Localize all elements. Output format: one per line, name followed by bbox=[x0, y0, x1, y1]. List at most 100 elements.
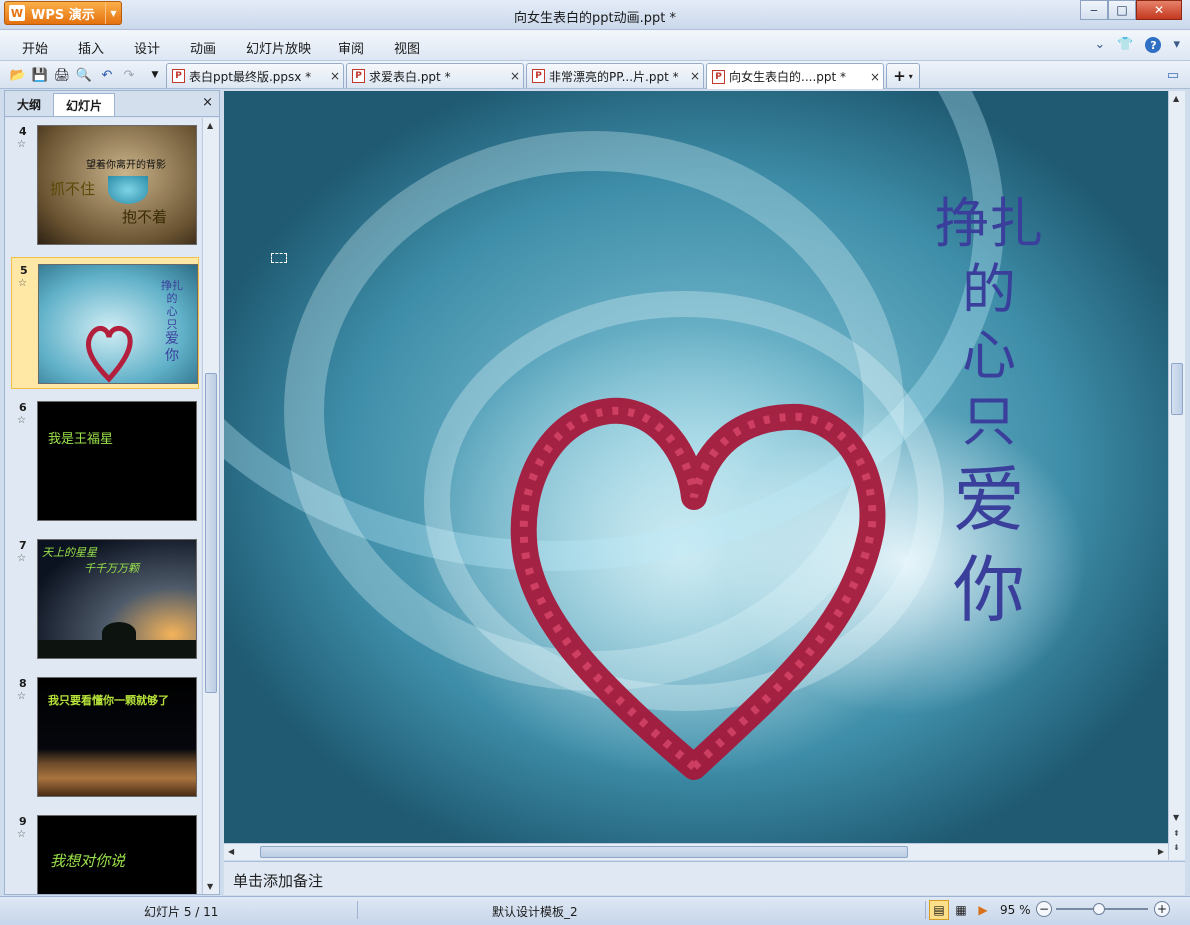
slide-thumb-row[interactable]: 4 ☆ 望着你离开的背影 抓不住 抱不着 bbox=[11, 119, 199, 251]
normal-view-icon[interactable]: ▤ bbox=[929, 900, 949, 920]
tab-doc-3[interactable]: P 非常漂亮的PP...片.ppt * × bbox=[526, 63, 704, 88]
red-heart-image bbox=[510, 397, 886, 780]
heart-image bbox=[85, 326, 133, 383]
slide-thumbnail[interactable]: 我只要看懂你一颗就够了 bbox=[37, 677, 197, 797]
panel-scrollbar[interactable]: ▲ ▼ bbox=[202, 118, 219, 894]
chevron-down-icon[interactable]: ▾ bbox=[1173, 37, 1180, 53]
new-tab-button[interactable]: + ▾ bbox=[886, 63, 920, 88]
print-preview-icon[interactable]: 🔍 bbox=[75, 66, 93, 84]
thumb-text: 天上的星星 bbox=[42, 546, 97, 559]
close-icon[interactable]: × bbox=[867, 70, 883, 84]
zoom-out-button[interactable]: − bbox=[1036, 901, 1052, 917]
slide-thumbnails: 4 ☆ 望着你离开的背影 抓不住 抱不着 5 ☆ 挣扎 的 心 只 爱 你 6 … bbox=[5, 118, 201, 894]
scroll-up-icon[interactable]: ▲ bbox=[1173, 94, 1179, 103]
help-icon[interactable]: ? bbox=[1145, 37, 1162, 53]
tab-doc-1[interactable]: P 表白ppt最终版.ppsx * × bbox=[166, 63, 344, 88]
notes-placeholder[interactable]: 单击添加备注 bbox=[233, 870, 323, 891]
previous-slide-icon[interactable]: ⇞ bbox=[1173, 829, 1180, 838]
toolbar-more-icon[interactable]: ▼ bbox=[146, 66, 164, 84]
slideshow-view-icon[interactable]: ▶ bbox=[973, 900, 993, 920]
slide-sorter-view-icon[interactable]: ▦ bbox=[951, 900, 971, 920]
plus-icon: + bbox=[893, 67, 906, 85]
slide-number: 9 bbox=[19, 815, 27, 828]
zoom-slider-handle[interactable] bbox=[1093, 903, 1106, 915]
animation-star-icon: ☆ bbox=[17, 829, 26, 840]
close-icon[interactable]: × bbox=[327, 69, 343, 83]
slide-thumb-row[interactable]: 7 ☆ 天上的星星 千千万万颗 bbox=[11, 533, 199, 665]
save-icon[interactable]: 💾 bbox=[31, 66, 49, 84]
slide-number: 5 bbox=[20, 264, 28, 277]
ppt-file-icon: P bbox=[532, 69, 545, 83]
water-drop-image bbox=[108, 176, 148, 204]
menu-insert[interactable]: 插入 bbox=[78, 38, 104, 57]
menu-design[interactable]: 设计 bbox=[134, 38, 160, 57]
thumb-text: 我是王福星 bbox=[48, 432, 114, 447]
menu-home[interactable]: 开始 bbox=[22, 38, 48, 57]
slide-horizontal-scrollbar[interactable]: ◀ ▶ bbox=[224, 843, 1168, 860]
scrollbar-thumb[interactable] bbox=[260, 846, 908, 858]
scroll-up-icon[interactable]: ▲ bbox=[207, 121, 213, 130]
open-folder-icon[interactable]: 📂 bbox=[9, 66, 27, 84]
skin-icon[interactable]: 👕 bbox=[1117, 37, 1133, 53]
slide-thumbnail[interactable]: 我想对你说 bbox=[37, 815, 197, 894]
slide-title-vertical[interactable]: 挣扎 的 心 只 爱 你 bbox=[924, 191, 1054, 635]
scroll-left-icon[interactable]: ◀ bbox=[228, 847, 234, 856]
notes-pane[interactable]: 单击添加备注 bbox=[224, 861, 1185, 895]
panel-tabs: 大纲 幻灯片 × bbox=[5, 91, 219, 117]
thumb-text: 我想对你说 bbox=[50, 852, 126, 870]
close-button[interactable]: ✕ bbox=[1136, 0, 1182, 20]
tab-label: 表白ppt最终版.ppsx * bbox=[189, 69, 312, 84]
slide-thumb-row-selected[interactable]: 5 ☆ 挣扎 的 心 只 爱 你 bbox=[11, 257, 199, 389]
status-bar: 幻灯片 5 / 11 默认设计模板_2 ▤ ▦ ▶ 95 % − + bbox=[0, 896, 1190, 925]
maximize-button[interactable]: □ bbox=[1108, 0, 1136, 20]
tab-list-icon[interactable]: ▭ bbox=[1164, 66, 1182, 84]
slide-thumbnail[interactable]: 望着你离开的背影 抓不住 抱不着 bbox=[37, 125, 197, 245]
tab-label: 非常漂亮的PP...片.ppt * bbox=[549, 69, 679, 84]
slide-text-line: 你 bbox=[952, 548, 1025, 632]
slide-thumbnail[interactable]: 我是王福星 bbox=[37, 401, 197, 521]
slide-thumbnail[interactable]: 天上的星星 千千万万颗 bbox=[37, 539, 197, 659]
next-slide-icon[interactable]: ⇟ bbox=[1173, 843, 1180, 852]
close-icon[interactable]: × bbox=[202, 95, 213, 110]
template-name[interactable]: 默认设计模板_2 bbox=[492, 903, 578, 920]
menu-view[interactable]: 视图 bbox=[394, 38, 420, 57]
menu-review[interactable]: 审阅 bbox=[338, 38, 364, 57]
redo-icon[interactable]: ↷ bbox=[120, 66, 138, 84]
zoom-in-button[interactable]: + bbox=[1154, 901, 1170, 917]
collapse-ribbon-icon[interactable]: ⌄ bbox=[1094, 37, 1105, 53]
minimize-button[interactable]: ‒ bbox=[1080, 0, 1108, 20]
animation-star-icon: ☆ bbox=[17, 691, 26, 702]
menu-animation[interactable]: 动画 bbox=[190, 38, 216, 57]
thumb-text: 我只要看懂你一颗就够了 bbox=[48, 694, 169, 707]
slide-text-line: 只 bbox=[962, 390, 1016, 453]
scrollbar-thumb[interactable] bbox=[205, 373, 217, 693]
scroll-right-icon[interactable]: ▶ bbox=[1158, 847, 1164, 856]
divider bbox=[357, 901, 358, 919]
undo-icon[interactable]: ↶ bbox=[98, 66, 116, 84]
slide-text-line: 爱 bbox=[952, 458, 1025, 542]
tab-doc-4-active[interactable]: P 向女生表白的....ppt * × bbox=[706, 63, 884, 89]
tab-outline[interactable]: 大纲 bbox=[5, 91, 53, 116]
thumb-text: 抱不着 bbox=[122, 208, 168, 226]
slide-canvas[interactable]: 挣扎 的 心 只 爱 你 bbox=[224, 91, 1168, 843]
placeholder-marker bbox=[271, 253, 287, 263]
tab-slides[interactable]: 幻灯片 bbox=[53, 93, 116, 116]
close-icon[interactable]: × bbox=[507, 69, 523, 83]
slide-thumb-row[interactable]: 9 ☆ 我想对你说 bbox=[11, 809, 199, 894]
slide-vertical-scrollbar[interactable]: ▲ ▼ ⇞ ⇟ bbox=[1168, 91, 1185, 860]
scrollbar-thumb[interactable] bbox=[1171, 363, 1183, 415]
scroll-down-icon[interactable]: ▼ bbox=[207, 882, 213, 891]
print-icon[interactable]: 🖨 bbox=[53, 66, 71, 84]
tree-image bbox=[102, 622, 136, 644]
thumb-text: 爱 bbox=[165, 331, 179, 347]
tab-label: 向女生表白的....ppt * bbox=[729, 70, 847, 84]
slides-panel: 大纲 幻灯片 × 4 ☆ 望着你离开的背影 抓不住 抱不着 5 ☆ 挣扎 的 心… bbox=[4, 90, 220, 895]
menu-slideshow[interactable]: 幻灯片放映 bbox=[246, 38, 311, 57]
scroll-down-icon[interactable]: ▼ bbox=[1173, 813, 1179, 822]
tab-doc-2[interactable]: P 求爱表白.ppt * × bbox=[346, 63, 524, 88]
close-icon[interactable]: × bbox=[687, 69, 703, 83]
slide-thumb-row[interactable]: 8 ☆ 我只要看懂你一颗就够了 bbox=[11, 671, 199, 803]
zoom-level: 95 % bbox=[1000, 903, 1031, 917]
slide-thumbnail[interactable]: 挣扎 的 心 只 爱 你 bbox=[38, 264, 198, 384]
slide-thumb-row[interactable]: 6 ☆ 我是王福星 bbox=[11, 395, 199, 527]
